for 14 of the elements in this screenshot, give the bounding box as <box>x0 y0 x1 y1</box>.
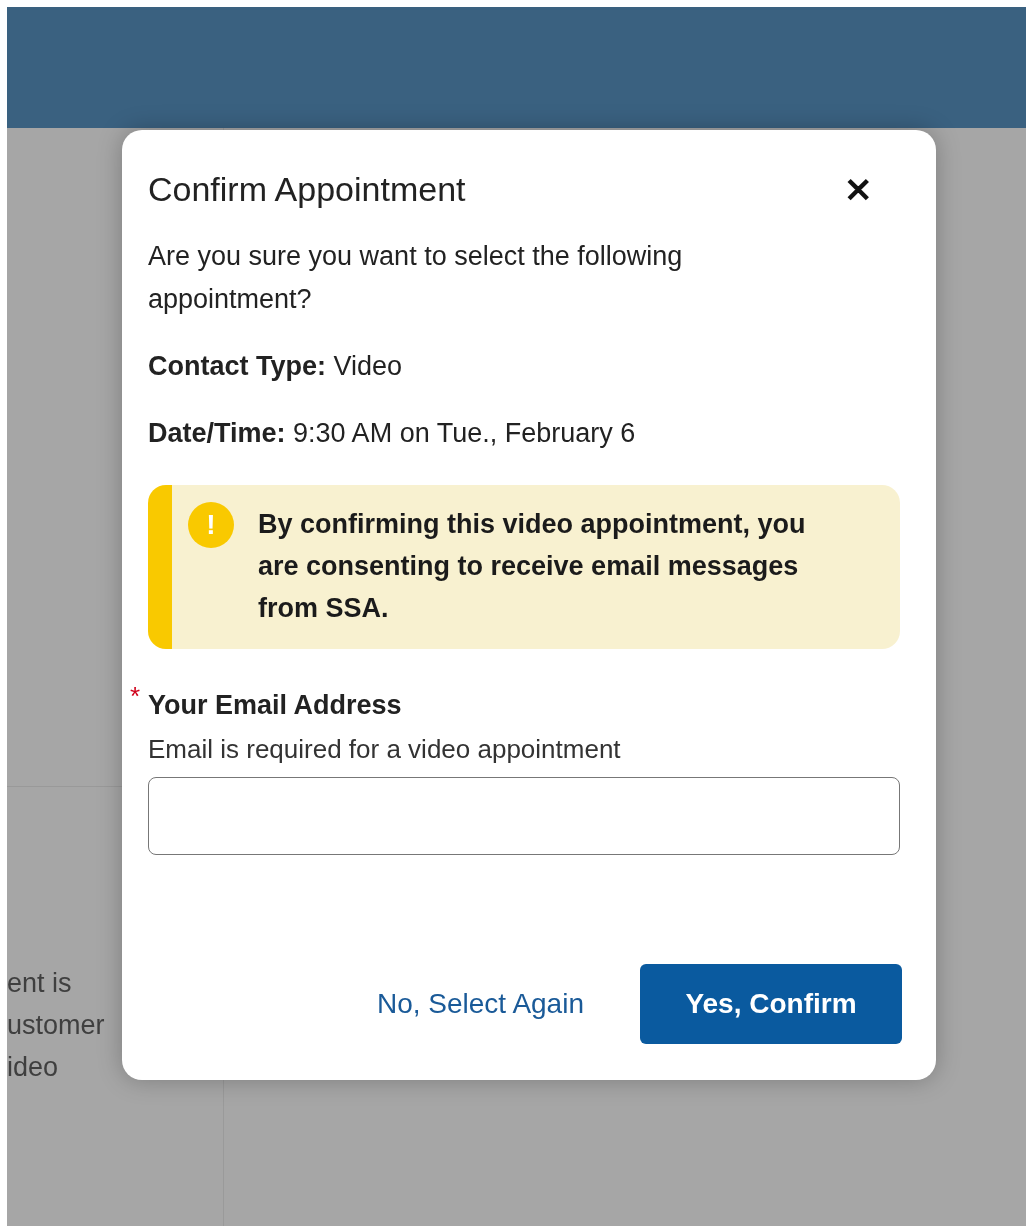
background-text: ent is ustomer ideo <box>7 967 106 1084</box>
appointment-detail: Contact Type: Video <box>148 350 404 383</box>
alert-message: By confirming this video appointment, you are consenting to receive email messages from SSA. <box>258 508 807 625</box>
required-icon: * <box>130 685 148 707</box>
dialog-title: Confirm Appointment <box>148 170 466 209</box>
close-button[interactable]: ✕ <box>844 172 902 207</box>
appointment-detail: Date/Time: 9:30 AM on Tue., February 6 <box>148 417 637 450</box>
field-hint: Email is required for a video appointment <box>148 733 622 766</box>
select-again-link[interactable]: No, Select Again <box>376 988 584 1020</box>
confirm-button[interactable]: Yes, Confirm <box>640 964 902 1044</box>
warning-icon: ! <box>188 502 234 548</box>
confirm-question: Are you sure you want to select the following appointment? <box>148 240 684 316</box>
field-label: Your Email Address <box>148 689 402 722</box>
email-input-field[interactable] <box>148 777 900 855</box>
